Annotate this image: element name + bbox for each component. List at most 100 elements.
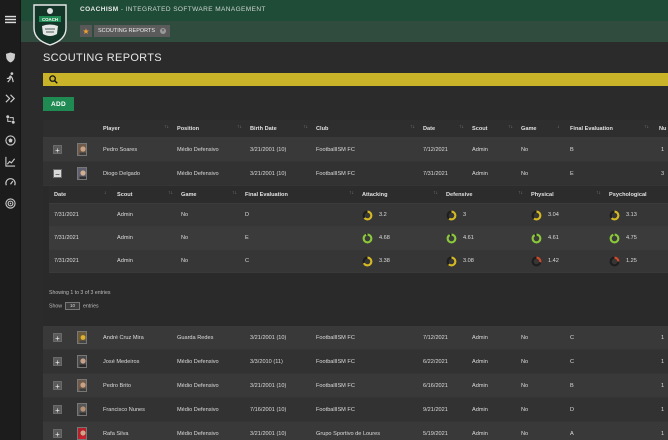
expand-row-button[interactable]: + xyxy=(53,333,62,343)
close-tab-icon[interactable]: × xyxy=(160,28,167,34)
cell-club: FootballISM FC xyxy=(316,171,355,177)
table-row[interactable]: − Diogo Delgado Médio Defensivo 3/21/200… xyxy=(43,162,668,186)
search-icon[interactable] xyxy=(49,75,58,84)
nested-column-header-date[interactable]: Date xyxy=(54,186,66,204)
expand-row-button[interactable]: + xyxy=(53,145,62,155)
cell-player[interactable]: Pedro Soares xyxy=(103,138,137,162)
sort-icon[interactable]: ↓ xyxy=(557,125,562,133)
column-header-club[interactable]: Club xyxy=(316,120,328,138)
shield-icon[interactable] xyxy=(3,50,18,65)
rating-ring-fill xyxy=(531,233,542,244)
player-avatar xyxy=(77,331,87,344)
running-player-icon[interactable] xyxy=(3,70,18,85)
column-header-player[interactable]: Player xyxy=(103,120,120,138)
sort-icon[interactable]: ↑↓ xyxy=(164,125,169,133)
column-header-birth-date[interactable]: Birth Date xyxy=(250,120,277,138)
cell-position: Médio Defensivo xyxy=(177,383,219,389)
nested-cell-scout: Admin xyxy=(117,258,133,264)
physical-rating-ring xyxy=(531,233,542,244)
table-row[interactable]: + Francisco Nunes Médio Defensivo 7/16/2… xyxy=(43,398,668,422)
target-icon[interactable] xyxy=(3,196,18,211)
cell-player[interactable]: Francisco Nunes xyxy=(103,398,145,422)
cell-player[interactable]: André Cruz Mira xyxy=(103,326,144,350)
nested-cell-final-evaluation: D xyxy=(245,212,250,218)
nested-column-header-attacking[interactable]: Attacking xyxy=(362,186,388,204)
cell-date: 7/31/2021 xyxy=(423,171,448,177)
sort-icon[interactable]: ↑↓ xyxy=(349,191,354,199)
collapse-row-button[interactable]: − xyxy=(53,169,62,179)
table-header: Player ↑↓ Position ↑↓ Birth Date ↑↓ Club… xyxy=(43,120,668,138)
sort-icon[interactable]: ↑↓ xyxy=(644,125,649,133)
favorite-star-icon[interactable]: ★ xyxy=(80,25,92,37)
sort-icon[interactable]: ↑↓ xyxy=(410,125,415,133)
cell-player[interactable]: Diogo Delgado xyxy=(103,162,140,186)
tab-bar: ★ SCOUTING REPORTS × xyxy=(21,21,668,42)
table-row[interactable]: + Pedro Brito Médio Defensivo 3/21/2001 … xyxy=(43,374,668,398)
table-row[interactable]: + Rafa Silva Médio Defensivo 3/21/2001 (… xyxy=(43,422,668,440)
football-icon[interactable] xyxy=(3,133,18,148)
defensive-rating-ring xyxy=(446,256,457,267)
speedometer-icon[interactable] xyxy=(3,175,18,190)
page-size-select[interactable]: 10 xyxy=(64,302,80,310)
nested-column-header-game[interactable]: Game xyxy=(181,186,197,204)
sort-icon[interactable]: ↑↓ xyxy=(237,125,242,133)
cell-number: 1 xyxy=(661,431,665,437)
sort-icon[interactable]: ↓ xyxy=(104,191,109,199)
column-header-number[interactable]: Nu xyxy=(659,120,666,138)
cell-scout: Admin xyxy=(472,147,488,153)
nested-cell-physical: 3.04 xyxy=(548,212,559,218)
expand-row-button[interactable]: + xyxy=(53,381,62,391)
app-subtitle: - INTEGRATED SOFTWARE MANAGEMENT xyxy=(118,6,266,13)
nested-column-header-final-evaluation[interactable]: Final Evaluation xyxy=(245,186,288,204)
sort-icon[interactable]: ↑↓ xyxy=(168,191,173,199)
cell-player[interactable]: José Medeiros xyxy=(103,350,139,374)
sort-icon[interactable]: ↑↓ xyxy=(508,125,513,133)
cell-club: FootballISM FC xyxy=(316,147,355,153)
nested-cell-final-evaluation: E xyxy=(245,235,249,241)
sort-icon[interactable]: ↑↓ xyxy=(596,191,601,199)
table-row[interactable]: + André Cruz Mira Guarda Redes 3/21/2001… xyxy=(43,326,668,350)
column-header-position[interactable]: Position xyxy=(177,120,199,138)
cell-number: 1 xyxy=(661,335,665,341)
nested-column-header-scout[interactable]: Scout xyxy=(117,186,133,204)
cell-position: Médio Defensivo xyxy=(177,431,219,437)
sort-icon[interactable]: ↑↓ xyxy=(303,125,308,133)
table-row[interactable]: + José Medeiros Médio Defensivo 3/3/2010… xyxy=(43,350,668,374)
statistics-chart-icon[interactable] xyxy=(3,154,18,169)
sort-icon[interactable]: ↑↓ xyxy=(232,191,237,199)
training-icon[interactable] xyxy=(3,112,18,127)
nested-cell-psychological: 4.75 xyxy=(626,235,637,241)
tab-scouting-reports[interactable]: SCOUTING REPORTS × xyxy=(94,25,171,37)
sort-icon[interactable]: ↑↓ xyxy=(518,191,523,199)
expand-row-button[interactable]: + xyxy=(53,357,62,367)
add-button[interactable]: ADD xyxy=(43,97,74,111)
nested-row[interactable]: 7/31/2021 Admin No E 4.68 4.61 4.61 4.75 xyxy=(49,227,668,250)
coachism-logo[interactable]: COACH xyxy=(30,2,70,46)
search-input[interactable] xyxy=(61,73,651,86)
nested-row[interactable]: 7/31/2021 Admin No C 3.38 3.08 1.42 1.25 xyxy=(49,250,668,273)
column-header-date[interactable]: Date xyxy=(423,120,435,138)
cell-player[interactable]: Rafa Silva xyxy=(103,422,129,440)
expand-row-button[interactable]: + xyxy=(53,429,62,439)
physical-rating-ring xyxy=(531,256,542,267)
column-header-scout[interactable]: Scout xyxy=(472,120,488,138)
nested-column-header-defensive[interactable]: Defensive xyxy=(446,186,472,204)
column-header-final-evaluation[interactable]: Final Evaluation xyxy=(570,120,613,138)
tactics-board-icon[interactable] xyxy=(3,91,18,106)
nested-cell-game: No xyxy=(181,235,189,241)
cell-player[interactable]: Pedro Brito xyxy=(103,374,131,398)
sort-icon[interactable]: ↑↓ xyxy=(433,191,438,199)
brand-prefix: COACH xyxy=(80,6,106,13)
table-row[interactable]: + Pedro Soares Médio Defensivo 3/21/2001… xyxy=(43,138,668,162)
sort-icon[interactable]: ↑↓ xyxy=(459,125,464,133)
cell-birth-date: 3/3/2010 (11) xyxy=(250,359,283,365)
menu-icon[interactable] xyxy=(3,12,18,27)
nested-column-header-physical[interactable]: Physical xyxy=(531,186,554,204)
column-header-game[interactable]: Game xyxy=(521,120,537,138)
cell-date: 5/19/2021 xyxy=(423,431,448,437)
entries-info: Showing 1 to 3 of 3 entries xyxy=(49,290,111,296)
nested-column-header-psychological[interactable]: Psychological xyxy=(609,186,647,204)
expand-row-button[interactable]: + xyxy=(53,405,62,415)
nested-row[interactable]: 7/31/2021 Admin No D 3.2 3 3.04 3.13 xyxy=(49,204,668,227)
cell-final-evaluation: C xyxy=(570,335,575,341)
